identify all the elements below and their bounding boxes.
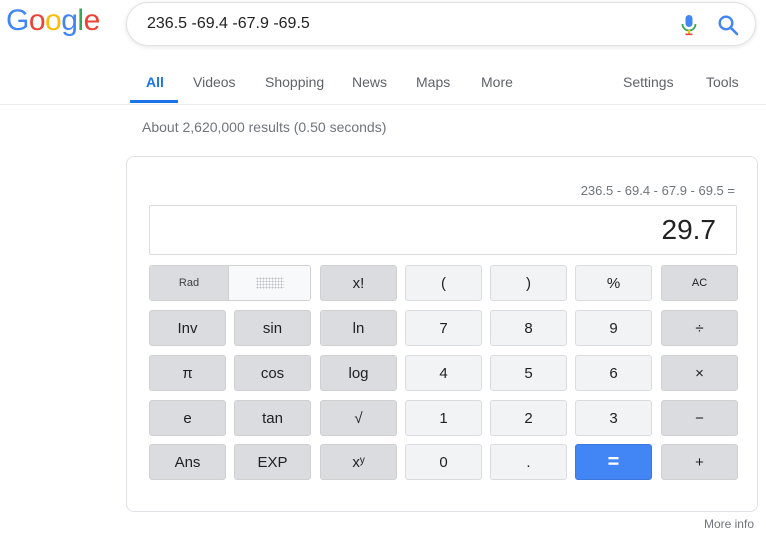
e-button[interactable]: e — [149, 400, 226, 436]
digit-9-button[interactable]: 9 — [575, 310, 652, 346]
ans-button[interactable]: Ans — [149, 444, 226, 480]
search-box — [126, 2, 756, 46]
tan-button[interactable]: tan — [234, 400, 311, 436]
digit-7-button[interactable]: 7 — [405, 310, 482, 346]
digit-2-button[interactable]: 2 — [490, 400, 567, 436]
right-paren-button[interactable]: ) — [490, 265, 567, 301]
power-button[interactable]: xʸ — [320, 444, 397, 480]
rad-option[interactable]: Rad — [150, 266, 229, 300]
search-icon[interactable] — [717, 14, 739, 36]
inverse-button[interactable]: Inv — [149, 310, 226, 346]
subtract-button[interactable]: − — [661, 400, 738, 436]
digit-4-button[interactable]: 4 — [405, 355, 482, 391]
calculator-expression: 236.5 - 69.4 - 67.9 - 69.5 = — [580, 183, 735, 198]
add-button[interactable]: + — [661, 444, 738, 480]
logo-letter: o — [45, 4, 62, 37]
deg-pattern — [255, 277, 284, 289]
digit-5-button[interactable]: 5 — [490, 355, 567, 391]
log-button[interactable]: log — [320, 355, 397, 391]
tab-tools[interactable]: Tools — [706, 74, 739, 90]
tab-news[interactable]: News — [352, 74, 387, 90]
active-tab-indicator — [130, 100, 178, 103]
deg-option[interactable] — [229, 266, 310, 300]
logo-letter: G — [6, 4, 29, 37]
tab-videos[interactable]: Videos — [193, 74, 236, 90]
multiply-button[interactable]: × — [661, 355, 738, 391]
tab-settings[interactable]: Settings — [623, 74, 674, 90]
decimal-button[interactable]: . — [490, 444, 567, 480]
calculator-display: 29.7 — [149, 205, 737, 255]
rad-deg-toggle[interactable]: Rad — [149, 265, 311, 301]
equals-button[interactable]: = — [575, 444, 652, 480]
sqrt-button[interactable]: √ — [320, 400, 397, 436]
more-info-link[interactable]: More info — [704, 517, 754, 531]
pi-button[interactable]: π — [149, 355, 226, 391]
search-input[interactable] — [147, 3, 647, 45]
digit-1-button[interactable]: 1 — [405, 400, 482, 436]
exp-button[interactable]: EXP — [234, 444, 311, 480]
tab-shopping[interactable]: Shopping — [265, 74, 324, 90]
ln-button[interactable]: ln — [320, 310, 397, 346]
search-tabs: All Videos Shopping News Maps More Setti… — [0, 60, 766, 105]
tab-more[interactable]: More — [481, 74, 513, 90]
digit-3-button[interactable]: 3 — [575, 400, 652, 436]
all-clear-button[interactable]: AC — [661, 265, 738, 301]
digit-6-button[interactable]: 6 — [575, 355, 652, 391]
tab-all[interactable]: All — [146, 74, 164, 90]
cos-button[interactable]: cos — [234, 355, 311, 391]
microphone-icon[interactable] — [679, 14, 699, 36]
calculator-result: 29.7 — [661, 214, 717, 245]
result-stats: About 2,620,000 results (0.50 seconds) — [142, 119, 387, 135]
percent-button[interactable]: % — [575, 265, 652, 301]
logo-letter: g — [61, 4, 78, 37]
calculator-card: 236.5 - 69.4 - 67.9 - 69.5 = 29.7 Rad x!… — [126, 156, 758, 512]
google-logo[interactable]: Google — [6, 4, 100, 38]
digit-8-button[interactable]: 8 — [490, 310, 567, 346]
logo-letter: o — [28, 4, 46, 37]
logo-letter: e — [83, 4, 101, 37]
divide-button[interactable]: ÷ — [661, 310, 738, 346]
tab-maps[interactable]: Maps — [416, 74, 450, 90]
left-paren-button[interactable]: ( — [405, 265, 482, 301]
sin-button[interactable]: sin — [234, 310, 311, 346]
digit-0-button[interactable]: 0 — [405, 444, 482, 480]
factorial-button[interactable]: x! — [320, 265, 397, 301]
